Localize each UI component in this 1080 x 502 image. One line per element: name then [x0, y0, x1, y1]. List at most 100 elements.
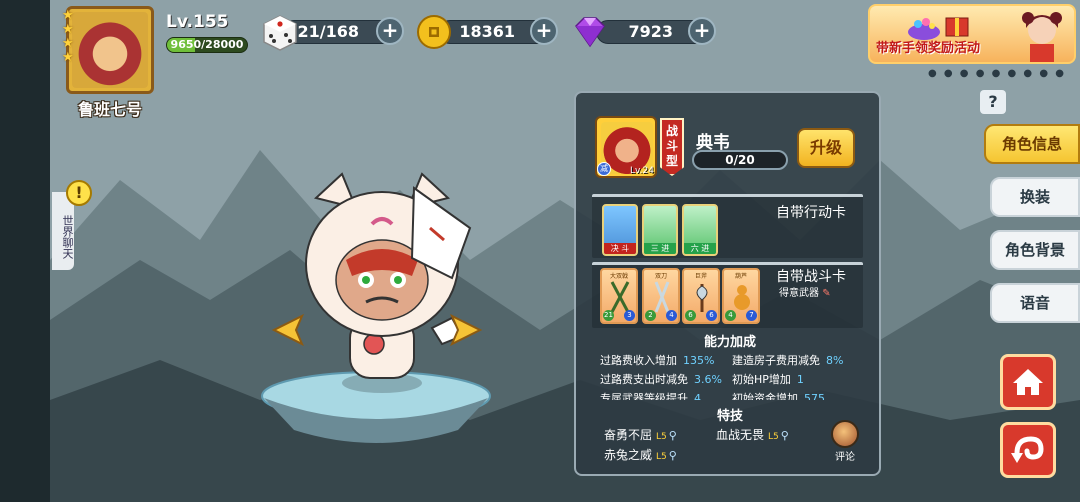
- ability-row: 建造房子费用减免 8%: [732, 352, 843, 368]
- hero-card-level: Lv.24: [630, 166, 654, 176]
- menu-hero-info[interactable]: 角色信息: [984, 124, 1080, 164]
- dice-icon: [263, 15, 297, 51]
- add-dice-button[interactable]: +: [376, 17, 404, 45]
- battle-card-right-num: 7: [746, 310, 757, 321]
- star-icon: ★: [62, 22, 74, 37]
- ability-row: 过路费支出时减免 3.6%: [600, 371, 722, 387]
- comment-icon: [831, 420, 859, 448]
- exp-bar: 9650/28000: [166, 37, 248, 53]
- ability-label: 专属武器等级提升: [600, 392, 688, 400]
- battle-card-name: 双刀: [654, 273, 667, 280]
- ability-value: 3.6%: [694, 373, 722, 386]
- battle-card-name: 大双戟: [609, 273, 628, 280]
- favorite-weapon-text: 得意武器: [779, 288, 819, 299]
- ability-value: 1: [796, 373, 804, 386]
- back-button[interactable]: [1000, 422, 1056, 478]
- battle-card-double-halberd[interactable]: 大双戟 21 3: [600, 268, 638, 324]
- ability-label: 初始HP增加: [732, 373, 791, 386]
- star-icon: ★: [62, 36, 74, 51]
- ability-label: 过路费收入增加: [600, 354, 677, 367]
- battle-card-left-num: 21: [603, 310, 614, 321]
- carousel-dots: ● ● ● ● ● ● ● ● ●: [928, 68, 1066, 79]
- comment-label: 评论: [835, 452, 855, 463]
- diamond-icon: [575, 17, 605, 48]
- player-level: Lv.155: [166, 12, 229, 32]
- pencil-icon: ✎: [822, 288, 831, 299]
- skill-item[interactable]: 血战无畏 L5 ⚲: [716, 426, 789, 443]
- back-swirl-icon: [1011, 436, 1044, 463]
- exp-text: 9650/28000: [170, 38, 244, 51]
- ability-row: 专属武器等级提升 4: [600, 390, 701, 400]
- skill-level: L5: [768, 432, 779, 442]
- add-gems-button[interactable]: +: [688, 17, 716, 45]
- previous-hero-arrow[interactable]: [270, 312, 306, 348]
- action-card-label: 六 进: [684, 243, 716, 254]
- avatar-portrait: [72, 12, 148, 88]
- ability-row: 初始HP增加 1: [732, 371, 804, 387]
- event-banner-text: 带新手领奖励活动: [876, 41, 981, 56]
- magnifier-icon: ⚲: [780, 429, 789, 442]
- next-hero-arrow[interactable]: [448, 312, 484, 348]
- star-icon: ★: [62, 50, 74, 65]
- action-card-label: 三 进: [644, 243, 676, 254]
- favorite-weapon-label: 得意武器 ✎: [779, 284, 831, 299]
- help-button[interactable]: ?: [980, 90, 1006, 114]
- gourd-icon: [734, 285, 750, 310]
- gold-coin-icon: [417, 15, 451, 49]
- action-card-three[interactable]: 三 进: [642, 204, 678, 256]
- background-scenery: [0, 0, 1080, 502]
- battle-card-right-num: 3: [624, 310, 635, 321]
- menu-hero-background[interactable]: 角色背景: [990, 230, 1080, 270]
- battle-card-left-num: 2: [645, 310, 656, 321]
- skill-level: L5: [656, 452, 667, 462]
- skill-name: 奋勇不屈: [604, 428, 653, 442]
- star-icon: ★: [62, 8, 74, 23]
- chat-alert-icon: !: [66, 180, 92, 206]
- comment-button[interactable]: 评论: [828, 420, 862, 463]
- halberd-icon: [610, 281, 630, 313]
- magnifier-icon: ⚲: [668, 429, 677, 442]
- home-button[interactable]: [1000, 354, 1056, 410]
- battle-cards-title: 自带战斗卡: [776, 269, 846, 285]
- action-card-duel[interactable]: 决 斗: [602, 204, 638, 256]
- battle-card-left-num: 6: [685, 310, 696, 321]
- skill-level: L5: [656, 432, 667, 442]
- battle-card-name: 葫芦: [734, 273, 747, 280]
- action-card-label: 决 斗: [604, 243, 636, 254]
- home-icon: [1013, 369, 1043, 395]
- ability-value: 4: [694, 392, 701, 400]
- ability-row: 过路费收入增加 135%: [600, 352, 714, 368]
- hero-character-sprite: [305, 172, 472, 393]
- ability-value: 575: [804, 392, 825, 400]
- skills-title: 特技: [716, 409, 743, 424]
- hero-fragment-progress: 0/20: [692, 150, 788, 170]
- battle-card-left-num: 4: [725, 310, 736, 321]
- ability-value: 8%: [826, 354, 844, 367]
- player-name: 鲁班七号: [77, 100, 142, 119]
- blades-icon: [654, 281, 670, 313]
- skill-item[interactable]: 奋勇不屈 L5 ⚲: [604, 426, 677, 443]
- ability-label: 建造房子费用减免: [732, 354, 820, 367]
- battle-card-right-num: 6: [706, 310, 717, 321]
- newbie-event-banner[interactable]: 带新手领奖励活动: [868, 4, 1076, 64]
- add-coins-button[interactable]: +: [530, 17, 558, 45]
- battle-card-great-axe[interactable]: 巨斧 6 6: [682, 268, 720, 324]
- battle-card-gourd[interactable]: 葫芦 4 7: [722, 268, 760, 324]
- battle-card-right-num: 4: [666, 310, 677, 321]
- menu-voice[interactable]: 语音: [990, 283, 1080, 323]
- axe-icon: [696, 284, 708, 312]
- ability-row: 初始资金增加 575: [732, 390, 825, 400]
- upgrade-button[interactable]: 升级: [797, 128, 855, 168]
- player-avatar[interactable]: [66, 6, 154, 94]
- ability-value: 135%: [683, 354, 715, 367]
- menu-outfit[interactable]: 换装: [990, 177, 1080, 217]
- hero-badge: 减: [597, 162, 611, 176]
- skill-name: 血战无畏: [716, 428, 765, 442]
- ability-label: 过路费支出时减免: [600, 373, 688, 386]
- event-girl-icon: [1022, 12, 1062, 62]
- action-card-six[interactable]: 六 进: [682, 204, 718, 256]
- battle-card-twin-blades[interactable]: 双刀 2 4: [642, 268, 680, 324]
- skill-item[interactable]: 赤兔之威 L5 ⚲: [604, 446, 677, 463]
- battle-card-name: 巨斧: [694, 273, 707, 280]
- abilities-title: 能力加成: [703, 335, 756, 350]
